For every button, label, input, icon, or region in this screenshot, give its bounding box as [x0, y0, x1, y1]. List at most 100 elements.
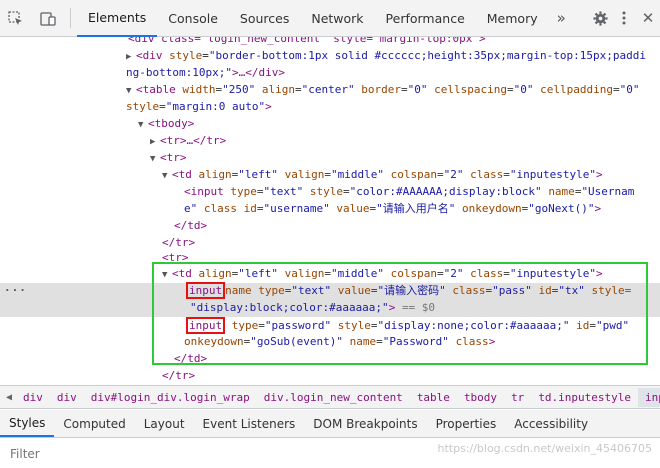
attr-name: valign — [284, 168, 325, 181]
tab-elements[interactable]: Elements — [77, 0, 158, 37]
tab-layout[interactable]: Layout — [135, 410, 194, 437]
inspect-cursor-icon[interactable] — [0, 0, 32, 37]
device-toolbar-icon[interactable] — [32, 0, 64, 37]
attr-value: "2" — [443, 168, 464, 181]
collapse-triangle-icon[interactable]: ▼ — [162, 168, 172, 185]
dom-line-wrap: onkeydown="goSub(event)" name="Password"… — [184, 335, 496, 348]
dom-line[interactable]: ▼ <table width="250" align="center" borde… — [126, 82, 660, 99]
tag-open: <tr> — [162, 251, 189, 264]
tab-properties[interactable]: Properties — [427, 410, 506, 437]
tab-computed[interactable]: Computed — [54, 410, 134, 437]
tab-dom-breakpoints[interactable]: DOM Breakpoints — [304, 410, 426, 437]
collapse-triangle-icon[interactable]: ▼ — [126, 83, 136, 100]
dom-line[interactable]: </td> — [174, 218, 660, 235]
filter-input[interactable] — [10, 446, 310, 461]
chevron-left-icon[interactable]: ◀ — [0, 392, 16, 403]
breadcrumb-item[interactable]: div#login_div.login_wrap — [84, 391, 257, 404]
dom-line[interactable]: <tr> — [162, 250, 660, 267]
attr-value: "请输入用户名" — [376, 202, 456, 215]
breadcrumb-item[interactable]: td.inputestyle — [531, 391, 638, 404]
breadcrumb-item-selected[interactable]: input#tx.pass — [638, 387, 660, 407]
attr-name: onkeydown — [461, 202, 522, 215]
attr-value: "Usernam — [581, 185, 635, 198]
collapse-triangle-icon[interactable]: ▼ — [162, 267, 172, 284]
tab-console[interactable]: Console — [157, 0, 229, 37]
tag-close: > — [265, 100, 272, 113]
breadcrumb-item[interactable]: tbody — [457, 391, 504, 404]
devtools-toolbar: Elements Console Sources Network Perform… — [0, 0, 660, 37]
more-tabs-button[interactable]: » — [549, 0, 574, 36]
breadcrumb-item[interactable]: tr — [504, 391, 531, 404]
breadcrumb-item[interactable]: div — [50, 391, 84, 404]
breadcrumb-item[interactable]: div.login_new_content — [257, 391, 410, 404]
tag-close: </td> — [174, 219, 208, 232]
kebab-menu-icon[interactable] — [612, 0, 636, 37]
tag-open: <input — [184, 185, 224, 198]
tab-memory[interactable]: Memory — [476, 0, 549, 37]
expand-triangle-icon[interactable]: ▶ — [150, 134, 160, 151]
tab-network[interactable]: Network — [300, 0, 374, 37]
attr-name: type — [230, 185, 257, 198]
attr-name: colspan — [390, 168, 437, 181]
dom-line[interactable]: input name type="text" value="请输入密码" clas… — [186, 282, 660, 300]
breadcrumb-item[interactable]: div — [16, 391, 50, 404]
tab-accessibility[interactable]: Accessibility — [505, 410, 597, 437]
attr-name: style= — [591, 284, 632, 297]
tab-event-listeners[interactable]: Event Listeners — [194, 410, 305, 437]
dom-line[interactable]: ▶ <tr>…</tr> — [150, 133, 660, 150]
attr-name: id — [538, 284, 552, 297]
dom-line[interactable]: ▶ <div style="border-bottom:1px solid #cc… — [126, 48, 660, 65]
attr-value: "text" — [263, 185, 304, 198]
attr-name: name — [225, 284, 252, 297]
attr-name: type — [258, 284, 285, 297]
attr-name: class — [455, 335, 489, 348]
attr-value: "0" — [619, 83, 640, 96]
attr-value: e" — [184, 202, 198, 215]
attr-value: "pass" — [492, 284, 532, 297]
attr-value: "display:none;color:#aaaaaa;" — [377, 319, 570, 332]
tag-open: <tbody> — [148, 117, 195, 130]
collapse-triangle-icon[interactable]: ▼ — [150, 151, 160, 168]
dom-line[interactable]: <div class="login_new_content" style="ma… — [128, 37, 660, 48]
attr-value: "goSub(event)" — [250, 335, 343, 348]
tag-close: > — [488, 335, 496, 348]
gear-icon[interactable] — [588, 0, 612, 37]
attr-name: class — [470, 168, 504, 181]
collapse-triangle-icon[interactable]: ▼ — [138, 117, 148, 134]
expand-triangle-icon[interactable]: ▶ — [126, 49, 136, 66]
attr-value: "请输入密码" — [377, 284, 446, 297]
tag-close: > — [595, 168, 603, 181]
attr-name: align — [261, 83, 295, 96]
node-actions-icon[interactable]: ··· — [4, 283, 27, 300]
attr-value: "goNext()" — [528, 202, 595, 215]
tag-open: <table — [136, 83, 176, 96]
close-icon[interactable]: ✕ — [636, 0, 660, 37]
tag-open: <td — [172, 168, 192, 181]
console-ref: == $0 — [401, 301, 436, 314]
breadcrumb-item[interactable]: table — [410, 391, 457, 404]
attr-name: style — [337, 319, 371, 332]
input-tag-highlight: input — [186, 282, 226, 299]
dom-line[interactable]: </tr> — [162, 368, 660, 383]
dom-line[interactable]: <input type="text" style="color:#AAAAAA;… — [184, 184, 660, 201]
attr-name: class — [203, 202, 237, 215]
dom-line[interactable]: input type="password" style="display:non… — [186, 317, 660, 335]
dom-line[interactable]: ▼ <tr> — [150, 150, 660, 167]
attr-value: ng-bottom:10px;" — [126, 66, 232, 79]
attr-name: align — [198, 168, 232, 181]
dom-line[interactable]: </td> — [174, 351, 660, 368]
tab-sources[interactable]: Sources — [229, 0, 300, 37]
tag-close: </td> — [174, 352, 208, 365]
tag-close: > — [595, 267, 603, 280]
tag-close: > — [388, 301, 396, 314]
dom-line[interactable]: ▼ <td align="left" valign="middle" colspa… — [162, 266, 660, 283]
attr-name: id — [243, 202, 257, 215]
attr-name: style — [169, 49, 203, 62]
attr-value: "250" — [222, 83, 256, 96]
dom-line[interactable]: ▼ <tbody> — [138, 116, 660, 133]
tab-styles[interactable]: Styles — [0, 410, 55, 437]
tab-performance[interactable]: Performance — [375, 0, 476, 37]
dom-line[interactable]: ▼ <td align="left" valign="middle" colspa… — [162, 167, 660, 184]
attr-name: style — [309, 185, 343, 198]
attr-value: "left" — [238, 168, 278, 181]
